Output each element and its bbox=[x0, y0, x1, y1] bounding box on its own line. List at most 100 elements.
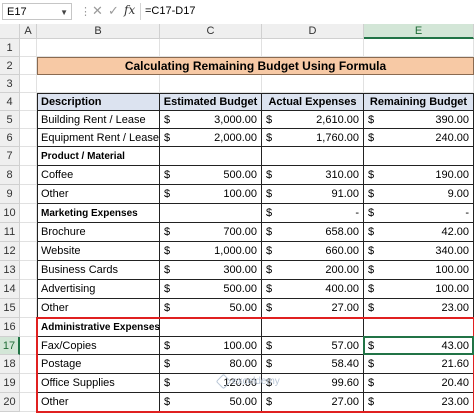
item-est-cell[interactable]: $100.00 bbox=[160, 337, 262, 355]
row-header-18[interactable]: 18 bbox=[0, 355, 20, 374]
item-act-cell[interactable]: $1,760.00 bbox=[262, 129, 364, 147]
cell-A8[interactable] bbox=[20, 166, 37, 185]
cell-C3[interactable] bbox=[160, 75, 262, 93]
item-description[interactable]: Postage bbox=[37, 355, 160, 374]
item-rem-cell[interactable]: $9.00 bbox=[364, 185, 474, 204]
category-cell-C[interactable] bbox=[160, 147, 262, 166]
cell-A3[interactable] bbox=[20, 75, 37, 93]
category-cell-E[interactable] bbox=[364, 318, 474, 337]
column-header-e[interactable]: E bbox=[364, 24, 474, 39]
item-description[interactable]: Office Supplies bbox=[37, 374, 160, 393]
category-label[interactable]: Administrative Expenses bbox=[37, 318, 160, 337]
category-cell-E[interactable] bbox=[364, 147, 474, 166]
item-est-cell[interactable]: $50.00 bbox=[160, 393, 262, 412]
header-estimated-budget[interactable]: Estimated Budget bbox=[160, 93, 262, 111]
item-est-cell[interactable]: $3,000.00 bbox=[160, 111, 262, 129]
row-header-19[interactable]: 19 bbox=[0, 374, 20, 393]
row-header-16[interactable]: 16 bbox=[0, 318, 20, 337]
column-header-c[interactable]: C bbox=[160, 24, 262, 39]
header-description[interactable]: Description bbox=[37, 93, 160, 111]
row-header-11[interactable]: 11 bbox=[0, 223, 20, 242]
item-est-cell[interactable]: $50.00 bbox=[160, 299, 262, 318]
column-header-b[interactable]: B bbox=[37, 24, 160, 39]
cell-B1[interactable] bbox=[37, 39, 160, 57]
item-rem-cell[interactable]: $43.00 bbox=[364, 337, 474, 355]
row-header-10[interactable]: 10 bbox=[0, 204, 20, 223]
cell-A20[interactable] bbox=[20, 393, 37, 412]
item-description[interactable]: Other bbox=[37, 393, 160, 412]
item-rem-cell[interactable]: $100.00 bbox=[364, 261, 474, 280]
cell-A18[interactable] bbox=[20, 355, 37, 374]
cell-A19[interactable] bbox=[20, 374, 37, 393]
item-description[interactable]: Building Rent / Lease bbox=[37, 111, 160, 129]
item-rem-cell[interactable]: $390.00 bbox=[364, 111, 474, 129]
cell-A2[interactable] bbox=[20, 57, 37, 75]
row-header-12[interactable]: 12 bbox=[0, 242, 20, 261]
row-header-6[interactable]: 6 bbox=[0, 129, 20, 147]
item-act-cell[interactable]: $27.00 bbox=[262, 393, 364, 412]
row-header-9[interactable]: 9 bbox=[0, 185, 20, 204]
cell-A9[interactable] bbox=[20, 185, 37, 204]
item-rem-cell[interactable]: $190.00 bbox=[364, 166, 474, 185]
item-rem-cell[interactable]: $21.60 bbox=[364, 355, 474, 374]
item-act-cell[interactable]: $57.00 bbox=[262, 337, 364, 355]
row-header-17[interactable]: 17 bbox=[0, 337, 20, 355]
cell-A4[interactable] bbox=[20, 93, 37, 111]
category-cell-D[interactable] bbox=[262, 147, 364, 166]
cell-D1[interactable] bbox=[262, 39, 364, 57]
cell-A5[interactable] bbox=[20, 111, 37, 129]
name-box[interactable]: E17 ▼ bbox=[2, 3, 72, 20]
item-rem-cell[interactable]: $23.00 bbox=[364, 299, 474, 318]
row-header-2[interactable]: 2 bbox=[0, 57, 20, 75]
item-act-cell[interactable]: $658.00 bbox=[262, 223, 364, 242]
cell-D3[interactable] bbox=[262, 75, 364, 93]
category-cell-E[interactable]: $ - bbox=[364, 204, 474, 223]
select-all-corner[interactable] bbox=[0, 24, 20, 39]
cell-A14[interactable] bbox=[20, 280, 37, 299]
row-header-1[interactable]: 1 bbox=[0, 39, 20, 57]
cell-C1[interactable] bbox=[160, 39, 262, 57]
cell-A6[interactable] bbox=[20, 129, 37, 147]
item-description[interactable]: Other bbox=[37, 185, 160, 204]
category-cell-D[interactable]: $ - bbox=[262, 204, 364, 223]
chevron-down-icon[interactable]: ▼ bbox=[60, 4, 68, 21]
row-header-5[interactable]: 5 bbox=[0, 111, 20, 129]
sheet-title[interactable]: Calculating Remaining Budget Using Formu… bbox=[37, 57, 474, 75]
cell-A15[interactable] bbox=[20, 299, 37, 318]
cell-A7[interactable] bbox=[20, 147, 37, 166]
item-act-cell[interactable]: $58.40 bbox=[262, 355, 364, 374]
item-est-cell[interactable]: $300.00 bbox=[160, 261, 262, 280]
row-header-7[interactable]: 7 bbox=[0, 147, 20, 166]
item-description[interactable]: Coffee bbox=[37, 166, 160, 185]
insert-function-icon[interactable]: fx bbox=[124, 3, 135, 17]
cell-E1[interactable] bbox=[364, 39, 474, 57]
item-est-cell[interactable]: $1,000.00 bbox=[160, 242, 262, 261]
cell-E3[interactable] bbox=[364, 75, 474, 93]
row-header-4[interactable]: 4 bbox=[0, 93, 20, 111]
item-description[interactable]: Other bbox=[37, 299, 160, 318]
column-header-a[interactable]: A bbox=[20, 24, 37, 39]
row-header-15[interactable]: 15 bbox=[0, 299, 20, 318]
row-header-3[interactable]: 3 bbox=[0, 75, 20, 93]
cell-A13[interactable] bbox=[20, 261, 37, 280]
item-est-cell[interactable]: $500.00 bbox=[160, 166, 262, 185]
formula-input[interactable]: =C17-D17 bbox=[140, 3, 474, 20]
row-header-20[interactable]: 20 bbox=[0, 393, 20, 412]
item-act-cell[interactable]: $27.00 bbox=[262, 299, 364, 318]
cell-A1[interactable] bbox=[20, 39, 37, 57]
item-act-cell[interactable]: $200.00 bbox=[262, 261, 364, 280]
cell-A17[interactable] bbox=[20, 337, 37, 355]
row-header-14[interactable]: 14 bbox=[0, 280, 20, 299]
item-est-cell[interactable]: $500.00 bbox=[160, 280, 262, 299]
category-cell-D[interactable] bbox=[262, 318, 364, 337]
header-remaining-budget[interactable]: Remaining Budget bbox=[364, 93, 474, 111]
item-rem-cell[interactable]: $240.00 bbox=[364, 129, 474, 147]
item-description[interactable]: Advertising bbox=[37, 280, 160, 299]
item-description[interactable]: Website bbox=[37, 242, 160, 261]
cell-A16[interactable] bbox=[20, 318, 37, 337]
item-est-cell[interactable]: $80.00 bbox=[160, 355, 262, 374]
row-header-8[interactable]: 8 bbox=[0, 166, 20, 185]
item-rem-cell[interactable]: $20.40 bbox=[364, 374, 474, 393]
category-label[interactable]: Product / Material bbox=[37, 147, 160, 166]
category-label[interactable]: Marketing Expenses bbox=[37, 204, 160, 223]
